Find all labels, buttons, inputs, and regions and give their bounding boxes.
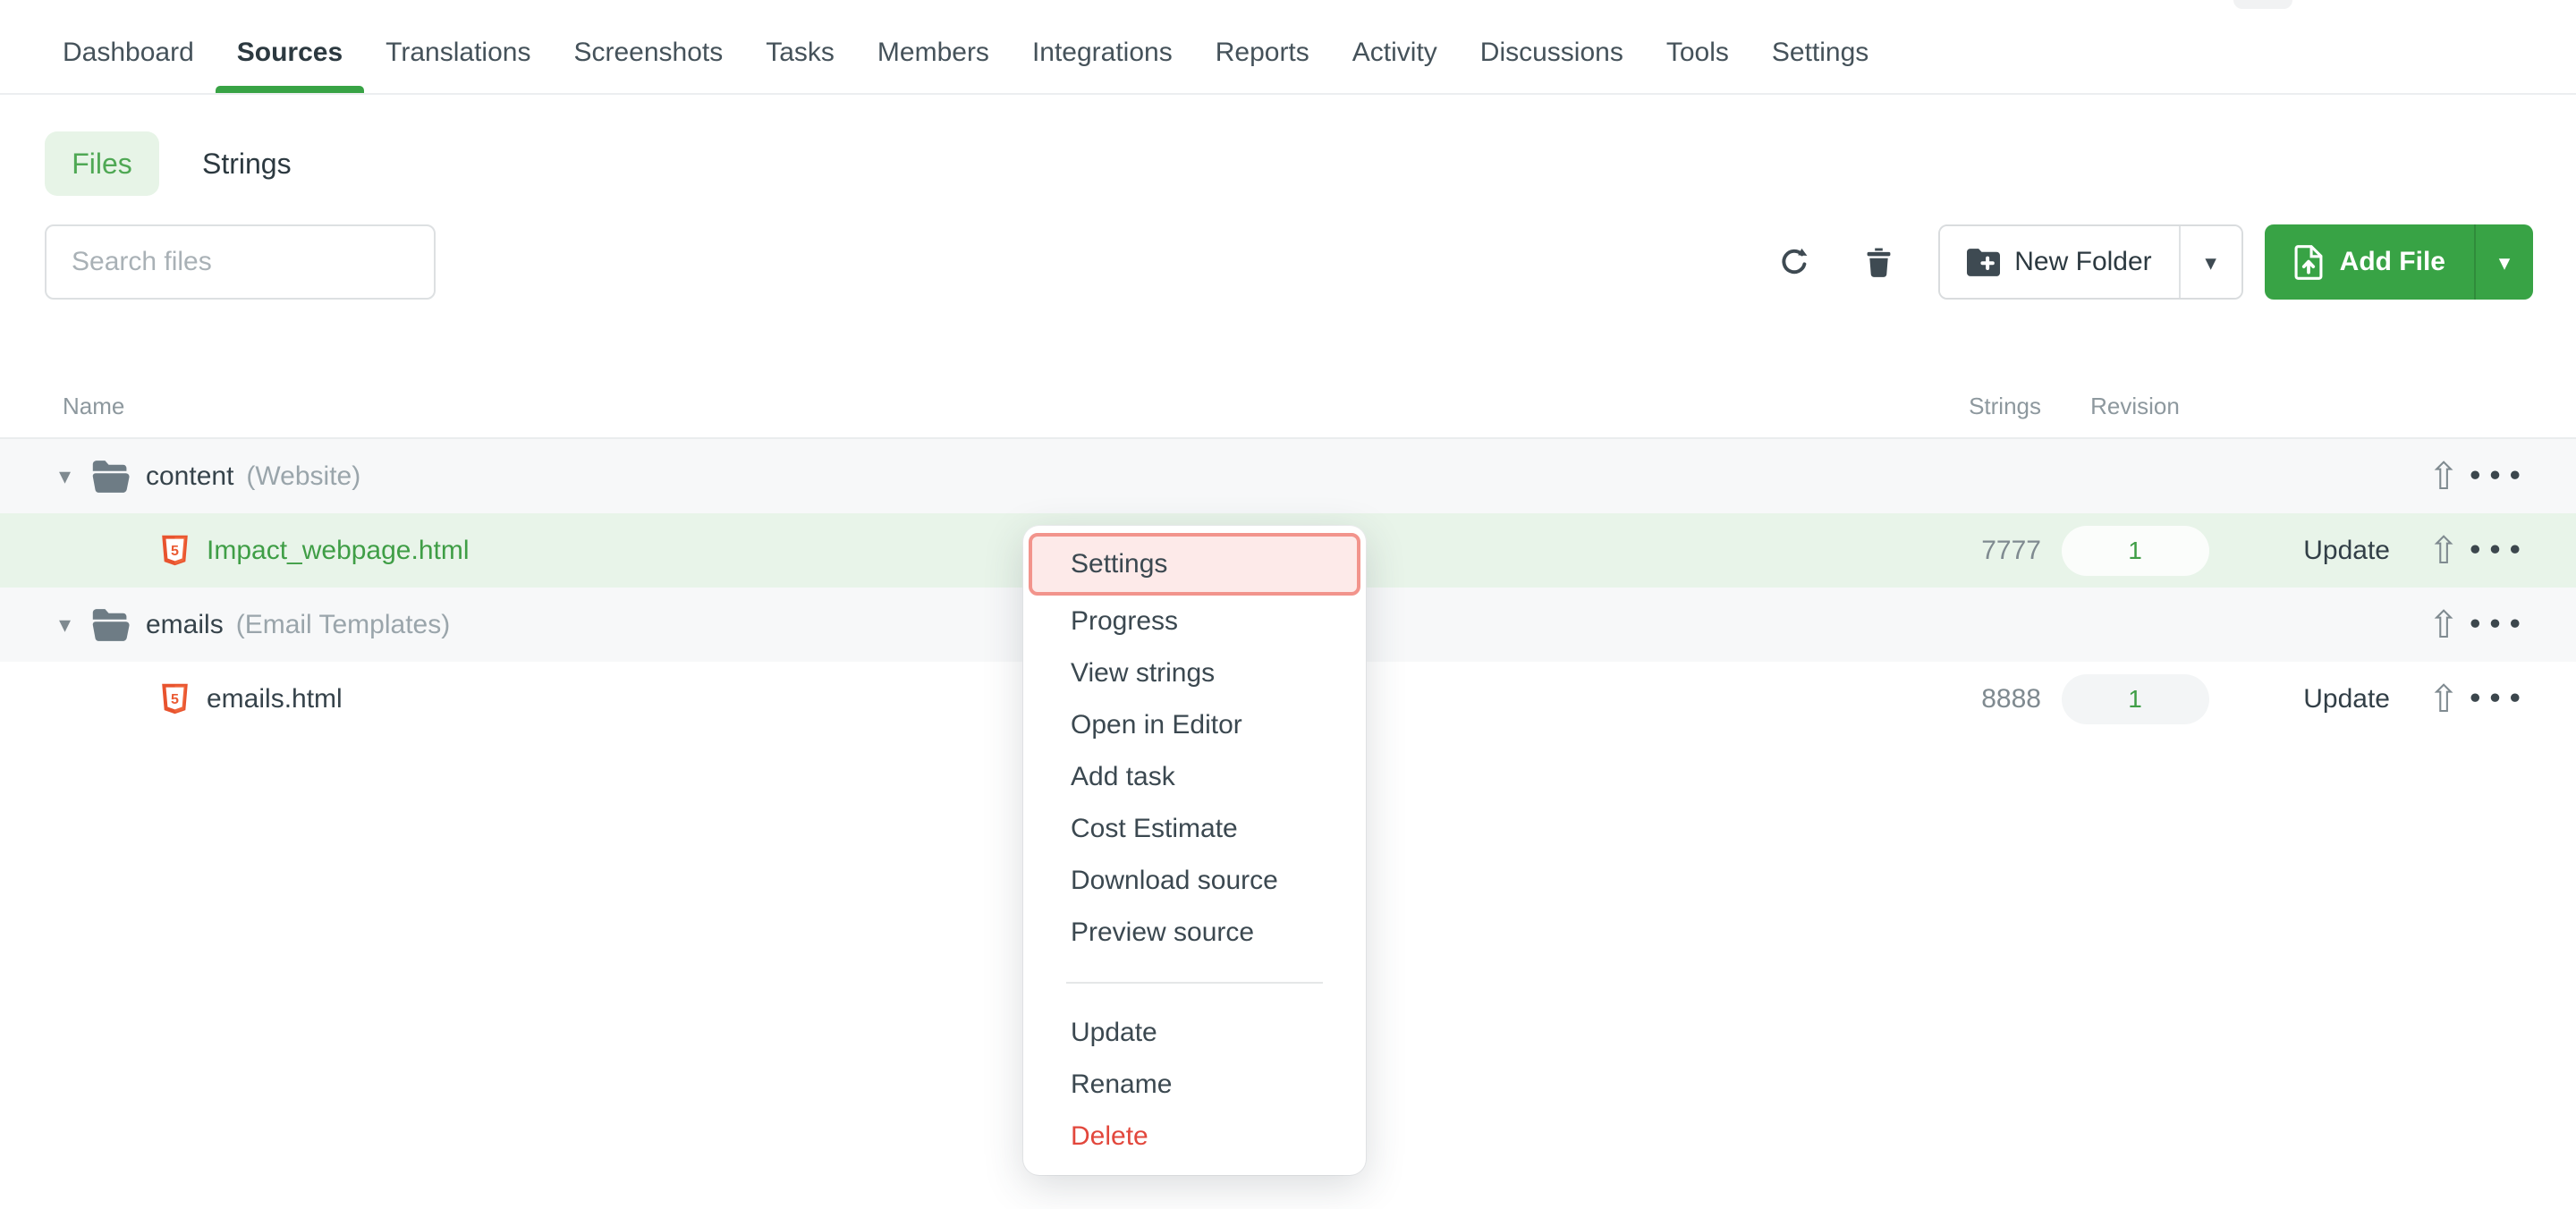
refresh-icon — [1778, 246, 1810, 278]
nav-item-translations[interactable]: Translations — [364, 0, 552, 93]
new-folder-caret-button[interactable]: ▾ — [2179, 226, 2241, 298]
folder-plus-icon — [1967, 249, 2000, 276]
nav-item-screenshots[interactable]: Screenshots — [552, 0, 744, 93]
menu-item-download-source[interactable]: Download source — [1023, 855, 1366, 907]
menu-item-open-in-editor[interactable]: Open in Editor — [1023, 699, 1366, 751]
upload-icon[interactable]: ⇧ — [2428, 458, 2459, 495]
folder-icon — [91, 461, 130, 493]
delete-selected-button[interactable] — [1866, 248, 1892, 277]
project-nav: Dashboard Sources Translations Screensho… — [0, 0, 2576, 95]
update-link[interactable]: Update — [2303, 684, 2390, 714]
new-folder-button[interactable]: New Folder — [1940, 226, 2178, 298]
folder-icon — [91, 609, 130, 641]
html5-icon: 5 — [161, 682, 189, 715]
ellipsis-icon[interactable]: ••• — [2468, 687, 2528, 711]
strings-count: 7777 — [1981, 536, 2041, 566]
menu-item-settings[interactable]: Settings — [1029, 533, 1360, 596]
column-header-revision: Revision — [2041, 393, 2229, 420]
menu-item-delete[interactable]: Delete — [1023, 1111, 1366, 1162]
file-upload-icon — [2293, 244, 2324, 281]
caret-down-icon: ▾ — [2499, 251, 2511, 274]
folder-note: (Email Templates) — [236, 610, 451, 640]
trash-icon — [1866, 248, 1892, 277]
revision-badge[interactable]: 1 — [2062, 674, 2209, 724]
tab-files[interactable]: Files — [45, 131, 159, 196]
nav-item-dashboard[interactable]: Dashboard — [41, 0, 216, 93]
nav-item-settings[interactable]: Settings — [1750, 0, 1890, 93]
menu-item-preview-source[interactable]: Preview source — [1023, 907, 1366, 959]
folder-note: (Website) — [246, 461, 360, 492]
refresh-button[interactable] — [1778, 246, 1810, 278]
nav-item-discussions[interactable]: Discussions — [1459, 0, 1645, 93]
svg-text:5: 5 — [171, 691, 179, 707]
folder-name[interactable]: content — [146, 461, 233, 492]
file-context-menu: Settings Progress View strings Open in E… — [1023, 526, 1366, 1175]
menu-item-add-task[interactable]: Add task — [1023, 751, 1366, 803]
nav-item-activity[interactable]: Activity — [1331, 0, 1459, 93]
ellipsis-icon[interactable]: ••• — [2468, 613, 2528, 637]
tab-strings[interactable]: Strings — [202, 131, 292, 196]
new-folder-label: New Folder — [2014, 247, 2151, 277]
column-header-name: Name — [0, 393, 1889, 420]
search-input[interactable] — [45, 224, 436, 300]
svg-text:5: 5 — [171, 543, 179, 559]
html5-icon: 5 — [161, 534, 189, 567]
nav-item-sources[interactable]: Sources — [216, 0, 364, 93]
menu-divider — [1066, 982, 1323, 984]
ellipsis-icon[interactable]: ••• — [2468, 464, 2528, 488]
nav-item-members[interactable]: Members — [856, 0, 1011, 93]
expand-caret-icon[interactable]: ▾ — [59, 612, 86, 638]
ellipsis-icon[interactable]: ••• — [2468, 538, 2528, 562]
table-row-folder-content[interactable]: ▾ content (Website) ⇧ ••• — [0, 439, 2576, 513]
nav-item-tasks[interactable]: Tasks — [744, 0, 856, 93]
revision-badge[interactable]: 1 — [2062, 526, 2209, 576]
nav-item-tools[interactable]: Tools — [1645, 0, 1750, 93]
menu-item-progress[interactable]: Progress — [1023, 596, 1366, 647]
add-file-split-button: Add File ▾ — [2265, 224, 2533, 300]
add-file-label: Add File — [2340, 247, 2445, 277]
caret-down-icon: ▾ — [2205, 251, 2216, 274]
files-toolbar: New Folder ▾ Add File ▾ — [45, 224, 2533, 300]
folder-name[interactable]: emails — [146, 610, 224, 640]
update-link[interactable]: Update — [2303, 536, 2390, 566]
toolbar-actions: New Folder ▾ Add File ▾ — [1778, 224, 2533, 300]
nav-item-reports[interactable]: Reports — [1194, 0, 1331, 93]
sources-page: Dashboard Sources Translations Screensho… — [0, 0, 2576, 1209]
file-name[interactable]: emails.html — [207, 684, 343, 714]
nav-item-integrations[interactable]: Integrations — [1011, 0, 1194, 93]
strings-count: 8888 — [1981, 684, 2041, 714]
add-file-button[interactable]: Add File — [2265, 224, 2474, 300]
file-name[interactable]: Impact_webpage.html — [207, 536, 470, 566]
menu-item-view-strings[interactable]: View strings — [1023, 647, 1366, 699]
add-file-caret-button[interactable]: ▾ — [2474, 224, 2533, 300]
new-folder-split-button: New Folder ▾ — [1938, 224, 2242, 300]
menu-item-rename[interactable]: Rename — [1023, 1059, 1366, 1111]
column-header-strings: Strings — [1889, 393, 2041, 420]
upload-icon[interactable]: ⇧ — [2428, 606, 2459, 644]
upload-icon[interactable]: ⇧ — [2428, 532, 2459, 570]
menu-item-cost-estimate[interactable]: Cost Estimate — [1023, 803, 1366, 855]
table-header-row: Name Strings Revision — [0, 375, 2576, 439]
menu-item-update[interactable]: Update — [1023, 1007, 1366, 1059]
upload-icon[interactable]: ⇧ — [2428, 681, 2459, 718]
expand-caret-icon[interactable]: ▾ — [59, 463, 86, 490]
